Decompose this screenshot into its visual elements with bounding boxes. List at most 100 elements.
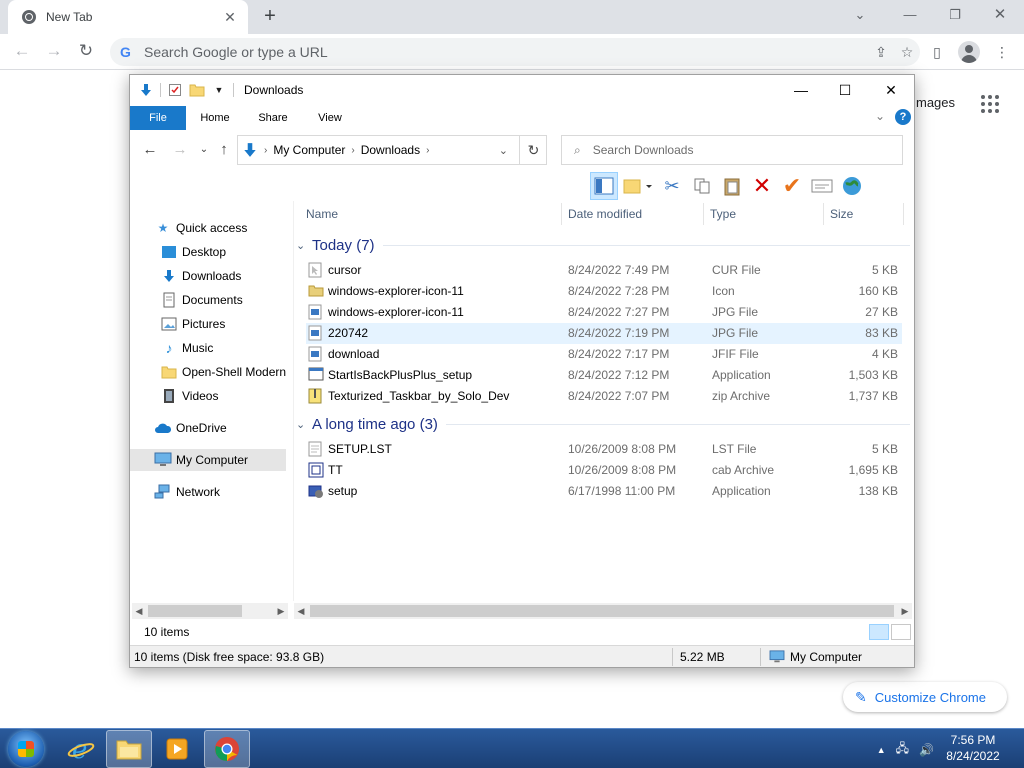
- breadcrumb-downloads[interactable]: Downloads: [361, 143, 420, 157]
- tab-search-chevron-icon[interactable]: ⌄: [840, 4, 880, 28]
- nav-downloads[interactable]: Downloads 📌: [160, 265, 290, 287]
- nav-quick-access[interactable]: ★ Quick access: [154, 217, 288, 239]
- ribbon-tab-share[interactable]: Share: [250, 106, 296, 130]
- ribbon-tab-file[interactable]: File: [130, 106, 186, 130]
- customize-chrome-button[interactable]: ✎ Customize Chrome: [843, 682, 1007, 712]
- explorer-back-icon[interactable]: ←: [140, 140, 160, 160]
- omnibox[interactable]: G Search Google or type a URL ⇪ ☆: [110, 38, 920, 66]
- tab-close-icon[interactable]: ✕: [222, 9, 238, 26]
- explorer-maximize-button[interactable]: ☐: [822, 75, 868, 105]
- ribbon-tab-home[interactable]: Home: [192, 106, 238, 130]
- explorer-close-button[interactable]: ✕: [868, 75, 914, 105]
- address-dropdown-icon[interactable]: ⌄: [499, 144, 508, 157]
- network-tray-icon[interactable]: 🖧: [896, 739, 909, 760]
- google-apps-icon[interactable]: [981, 95, 999, 113]
- file-row[interactable]: Texturized_Taskbar_by_Solo_Dev 8/24/2022…: [306, 386, 902, 407]
- file-row[interactable]: cursor 8/24/2022 7:49 PM CUR File 5 KB: [306, 260, 902, 281]
- images-link[interactable]: mages: [916, 95, 955, 110]
- details-view-icon[interactable]: [869, 624, 889, 640]
- music-icon: ♪: [165, 340, 173, 356]
- file-list-scrollbar[interactable]: ◀ ▶: [294, 603, 912, 619]
- file-row[interactable]: setup 6/17/1998 11:00 PM Application 138…: [306, 481, 902, 502]
- file-row-hovered[interactable]: 220742 8/24/2022 7:19 PM JPG File 83 KB: [306, 323, 902, 344]
- breadcrumb-my-computer[interactable]: My Computer: [273, 143, 345, 157]
- details-pane-icon[interactable]: [620, 172, 656, 200]
- search-box[interactable]: ⌕ Search Downloads: [561, 135, 903, 165]
- scroll-thumb[interactable]: [148, 605, 242, 617]
- paste-icon[interactable]: [718, 172, 746, 200]
- media-player-icon[interactable]: [154, 730, 200, 768]
- help-icon[interactable]: ?: [895, 109, 911, 125]
- chrome-minimize-button[interactable]: —: [890, 4, 930, 28]
- column-type[interactable]: Type: [704, 203, 824, 225]
- explorer-forward-icon[interactable]: →: [170, 140, 190, 160]
- file-row[interactable]: TT 10/26/2009 8:08 PM cab Archive 1,695 …: [306, 460, 902, 481]
- up-arrow-icon[interactable]: ↑: [214, 140, 234, 160]
- refresh-icon[interactable]: ↻: [519, 135, 547, 165]
- nav-network[interactable]: Network: [154, 481, 288, 503]
- forward-arrow-icon[interactable]: →: [42, 40, 66, 64]
- nav-documents[interactable]: Documents 📌: [160, 289, 290, 311]
- collapse-chevron-icon[interactable]: ⌄: [296, 239, 312, 252]
- chrome-restore-button[interactable]: ❐: [935, 4, 975, 28]
- group-header-long-time-ago[interactable]: ⌄ A long time ago (3): [296, 413, 910, 435]
- chrome-menu-icon[interactable]: ⋮: [990, 40, 1014, 64]
- scroll-left-icon[interactable]: ◀: [132, 603, 146, 619]
- nav-pictures[interactable]: Pictures 📌: [160, 313, 290, 335]
- column-name[interactable]: Name: [300, 203, 562, 225]
- file-row[interactable]: windows-explorer-icon-11 8/24/2022 7:28 …: [306, 281, 902, 302]
- side-panel-icon[interactable]: ▯: [925, 40, 949, 64]
- nav-open-shell-modern[interactable]: Open-Shell Modern: [160, 361, 288, 383]
- scroll-left-icon[interactable]: ◀: [294, 603, 308, 619]
- scroll-thumb[interactable]: [310, 605, 894, 617]
- new-tab-button[interactable]: +: [258, 5, 282, 29]
- chrome-taskbar-icon[interactable]: [204, 730, 250, 768]
- group-header-today[interactable]: ⌄ Today (7): [296, 234, 910, 256]
- start-button[interactable]: [8, 731, 44, 767]
- collapse-chevron-icon[interactable]: ⌄: [296, 418, 312, 431]
- explorer-minimize-button[interactable]: —: [778, 75, 824, 105]
- volume-icon[interactable]: 🔊: [919, 743, 934, 757]
- column-date-modified[interactable]: Date modified: [562, 203, 704, 225]
- file-row[interactable]: SETUP.LST 10/26/2009 8:08 PM LST File 5 …: [306, 439, 902, 460]
- nav-videos[interactable]: Videos: [160, 385, 290, 407]
- properties-icon[interactable]: [167, 82, 183, 98]
- nav-pane-scrollbar[interactable]: ◀ ▶: [132, 603, 288, 619]
- nav-my-computer[interactable]: My Computer: [130, 449, 286, 471]
- chrome-tab-new-tab[interactable]: New Tab ✕: [8, 0, 248, 34]
- large-icons-view-icon[interactable]: [891, 624, 911, 640]
- file-row[interactable]: download 8/24/2022 7:17 PM JFIF File 4 K…: [306, 344, 902, 365]
- recent-locations-icon[interactable]: ⌄: [194, 140, 214, 160]
- rename-check-icon[interactable]: ✔: [778, 172, 806, 200]
- nav-music[interactable]: ♪ Music: [160, 337, 290, 359]
- expand-ribbon-icon[interactable]: ⌄: [875, 109, 885, 123]
- properties-card-icon[interactable]: [808, 172, 836, 200]
- profile-avatar-icon[interactable]: [958, 41, 980, 63]
- chrome-close-button[interactable]: ✕: [980, 4, 1020, 28]
- address-bar[interactable]: › My Computer › Downloads › ⌄: [237, 135, 547, 165]
- reload-icon[interactable]: ↻: [74, 40, 98, 64]
- share-icon[interactable]: ⇪: [868, 44, 894, 61]
- new-folder-icon[interactable]: [189, 82, 205, 98]
- taskbar-clock[interactable]: 7:56 PM 8/24/2022: [936, 732, 1010, 764]
- delete-icon[interactable]: ✕: [748, 172, 776, 200]
- file-row[interactable]: StartIsBackPlusPlus_setup 8/24/2022 7:12…: [306, 365, 902, 386]
- nav-desktop[interactable]: Desktop 📌: [160, 241, 290, 263]
- navigation-pane-icon[interactable]: [590, 172, 618, 200]
- column-size[interactable]: Size: [824, 203, 904, 225]
- file-row[interactable]: windows-explorer-icon-11 8/24/2022 7:27 …: [306, 302, 902, 323]
- bookmark-star-icon[interactable]: ☆: [894, 44, 920, 61]
- globe-icon[interactable]: [838, 172, 866, 200]
- file-explorer-taskbar-icon[interactable]: [106, 730, 152, 768]
- quick-access-dropdown-icon[interactable]: ▼: [211, 82, 227, 98]
- scroll-right-icon[interactable]: ▶: [274, 603, 288, 619]
- nav-onedrive[interactable]: OneDrive: [154, 417, 288, 439]
- pane-splitter[interactable]: [293, 201, 294, 601]
- copy-icon[interactable]: [688, 172, 716, 200]
- back-arrow-icon[interactable]: ←: [10, 40, 34, 64]
- scroll-right-icon[interactable]: ▶: [898, 603, 912, 619]
- show-hidden-icons[interactable]: ▲: [877, 745, 886, 755]
- cut-icon[interactable]: ✂: [658, 172, 686, 200]
- ribbon-tab-view[interactable]: View: [308, 106, 352, 130]
- internet-explorer-icon[interactable]: e: [58, 730, 104, 768]
